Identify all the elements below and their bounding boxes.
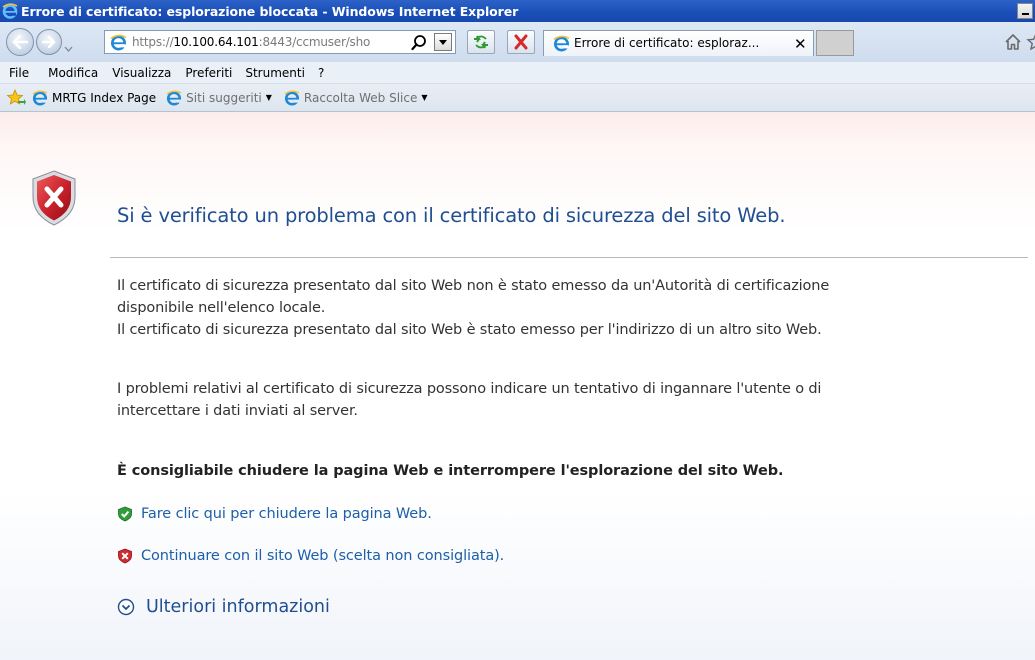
ie-page-icon	[110, 34, 127, 51]
back-button[interactable]	[6, 28, 34, 56]
ie-tab-icon	[553, 35, 570, 52]
error-shield-icon	[31, 169, 77, 227]
favorite-label: Raccolta Web Slice	[303, 90, 418, 105]
favorites-bar: MRTG Index Page Siti suggeriti ▼ Raccolt…	[0, 84, 1035, 112]
favorites-star-icon[interactable]	[1026, 32, 1035, 52]
navigation-bar: https://10.100.64.101:8443/ccmuser/sho E…	[0, 22, 1035, 62]
menu-preferiti[interactable]: Preferiti	[171, 66, 232, 80]
menu-file[interactable]: File	[0, 66, 29, 80]
ie-favorite-icon	[284, 90, 300, 106]
green-shield-check-icon	[117, 506, 133, 522]
description-line: Il certificato di sicurezza presentato d…	[117, 322, 822, 338]
new-tab-button[interactable]	[816, 30, 854, 56]
risk-line: intercettare i dati inviati al server.	[117, 403, 358, 419]
favorite-mrtg-index[interactable]: MRTG Index Page	[32, 90, 156, 106]
favorite-raccolta-web-slice[interactable]: Raccolta Web Slice ▼	[284, 90, 428, 106]
ie-favorite-icon	[166, 90, 182, 106]
add-favorite-star-icon[interactable]	[6, 88, 26, 108]
chevron-down-icon: ▼	[421, 93, 428, 102]
more-info-link[interactable]: Ulteriori informazioni	[146, 597, 330, 617]
menu-help[interactable]: ?	[305, 66, 324, 80]
history-dropdown-icon[interactable]	[64, 38, 73, 52]
more-info-toggle[interactable]: Ulteriori informazioni	[117, 597, 330, 617]
address-dropdown-button[interactable]	[434, 33, 452, 51]
close-page-link[interactable]: Fare clic qui per chiudere la pagina Web…	[141, 506, 432, 522]
menu-visualizza[interactable]: Visualizza	[98, 66, 171, 80]
description-paragraph: Il certificato di sicurezza presentato d…	[117, 275, 829, 341]
menu-modifica[interactable]: Modifica	[29, 66, 98, 80]
tab-label: Errore di certificato: esploraz...	[574, 36, 760, 50]
refresh-icon	[474, 35, 488, 49]
favorite-label: MRTG Index Page	[52, 90, 157, 105]
page-content: Si è verificato un problema con il certi…	[0, 112, 1035, 660]
red-shield-x-icon	[117, 548, 133, 564]
description-line: disponibile nell'elenco locale.	[117, 300, 326, 316]
chevron-down-icon: ▼	[265, 93, 272, 102]
home-icon[interactable]	[1003, 32, 1023, 52]
arrow-right-icon	[37, 30, 61, 54]
window-title-bar[interactable]: Errore di certificato: esplorazione bloc…	[0, 0, 1035, 22]
continue-to-website-link[interactable]: Continuare con il sito Web (scelta non c…	[141, 548, 504, 564]
search-icon[interactable]	[411, 34, 429, 52]
description-line: Il certificato di sicurezza presentato d…	[117, 278, 830, 294]
chevron-down-circle-icon	[117, 598, 135, 616]
tab-certificate-error[interactable]: Errore di certificato: esploraz... ✕	[543, 30, 814, 56]
favorite-label: Siti suggeriti	[186, 90, 262, 105]
ie-favorite-icon	[32, 90, 48, 106]
menu-bar: File Modifica Visualizza Preferiti Strum…	[0, 62, 1035, 84]
window-title: Errore di certificato: esplorazione bloc…	[21, 3, 519, 19]
address-bar[interactable]: https://10.100.64.101:8443/ccmuser/sho	[104, 30, 456, 54]
divider	[110, 257, 1028, 258]
favorite-siti-suggeriti[interactable]: Siti suggeriti ▼	[166, 90, 272, 106]
address-url: https://10.100.64.101:8443/ccmuser/sho	[132, 35, 371, 49]
stop-icon	[514, 34, 528, 50]
close-page-link-row[interactable]: Fare clic qui per chiudere la pagina Web…	[117, 506, 432, 522]
forward-button[interactable]	[36, 29, 62, 55]
risk-line: I problemi relativi al certificato di si…	[117, 381, 822, 397]
menu-strumenti[interactable]: Strumenti	[232, 66, 305, 80]
risk-paragraph: I problemi relativi al certificato di si…	[117, 378, 821, 422]
page-title: Si è verificato un problema con il certi…	[117, 204, 786, 227]
ie-logo-icon	[2, 3, 18, 19]
refresh-button[interactable]	[467, 30, 495, 54]
stop-button[interactable]	[507, 30, 535, 54]
recommendation-text: È consigliabile chiudere la pagina Web e…	[117, 463, 784, 479]
close-tab-icon[interactable]: ✕	[794, 35, 807, 53]
arrow-left-icon	[7, 29, 33, 55]
minimize-button[interactable]	[1017, 3, 1033, 19]
continue-link-row[interactable]: Continuare con il sito Web (scelta non c…	[117, 548, 504, 564]
